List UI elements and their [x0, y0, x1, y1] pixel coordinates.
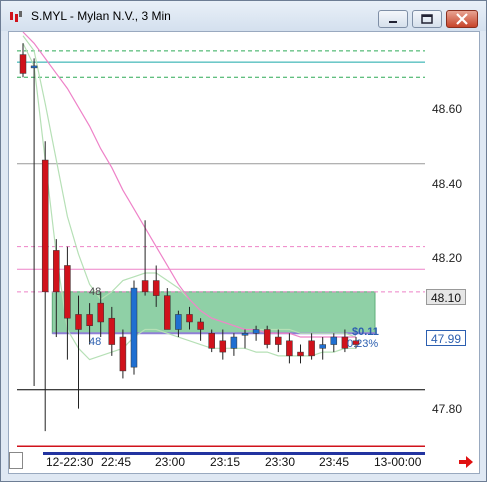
time-label: 13-00:00 [374, 455, 422, 469]
time-label: 12-22:30 [46, 455, 94, 469]
window-title: S.MYL - Mylan N.V., 3 Min [31, 9, 171, 23]
chart-corner-box[interactable] [9, 452, 23, 469]
candle-body [186, 314, 193, 323]
candle-body [86, 314, 93, 326]
app-icon [10, 11, 22, 22]
candle-body [152, 280, 160, 296]
candle-body [41, 159, 49, 293]
candle-body [19, 54, 27, 74]
maximize-button[interactable] [412, 10, 442, 28]
maximize-icon [421, 14, 433, 24]
minimize-button[interactable] [378, 10, 408, 28]
minimize-icon [389, 21, 397, 23]
price-plot[interactable]: 48 48 $0.11 0.23% [17, 32, 425, 450]
candle-body [130, 287, 138, 368]
candle-body [252, 329, 260, 334]
candle-body [64, 265, 71, 319]
time-label: 23:15 [210, 455, 241, 469]
time-label: 23:30 [265, 455, 296, 469]
candle-body [241, 333, 249, 336]
scroll-right-arrow-icon[interactable] [458, 455, 474, 469]
close-button[interactable] [446, 10, 478, 28]
candle-body [219, 340, 227, 353]
time-label: 22:45 [101, 455, 132, 469]
candle-body [208, 333, 215, 349]
time-label: 23:45 [319, 455, 350, 469]
candle-body [108, 317, 116, 345]
candle-body [308, 340, 315, 357]
candle-body [119, 336, 127, 372]
close-icon [456, 13, 468, 25]
box-entry-label: 48 [89, 286, 102, 298]
candle-body [319, 344, 326, 349]
candle-body [75, 314, 82, 330]
title-bar[interactable]: S.MYL - Mylan N.V., 3 Min [1, 1, 486, 31]
candle-body [263, 329, 271, 345]
moving-average-line [22, 32, 356, 338]
price-label: 48.60 [432, 102, 463, 116]
candle-body [297, 351, 304, 357]
price-axis[interactable]: 48.60 48.40 48.20 48.10 47.99 47.80 [426, 32, 476, 450]
candle-body [275, 336, 282, 345]
price-label: 48.40 [432, 177, 463, 191]
candle-body [230, 336, 238, 349]
candle-body [175, 314, 182, 330]
candle-body [141, 280, 149, 293]
candlestick-chart[interactable] [17, 32, 425, 450]
candle-body [53, 250, 60, 293]
candle-body [330, 336, 338, 345]
price-tag-current: 47.99 [426, 330, 466, 346]
candle-body [30, 65, 38, 69]
box-exit-label: 48 [89, 336, 102, 348]
time-axis[interactable]: 12-22:30 22:45 23:00 23:15 23:30 23:45 1… [17, 452, 425, 472]
price-label: 48.20 [432, 251, 463, 265]
price-label: 47.80 [432, 402, 463, 416]
time-label: 23:00 [155, 455, 186, 469]
candle-body [97, 302, 104, 323]
profit-percent: 0.23% [347, 338, 379, 350]
price-tag-gray: 48.10 [426, 289, 466, 305]
candle-body [286, 340, 293, 357]
candle-body [164, 295, 171, 330]
profit-value: $0.11 [352, 326, 379, 338]
candle-body [197, 321, 204, 330]
